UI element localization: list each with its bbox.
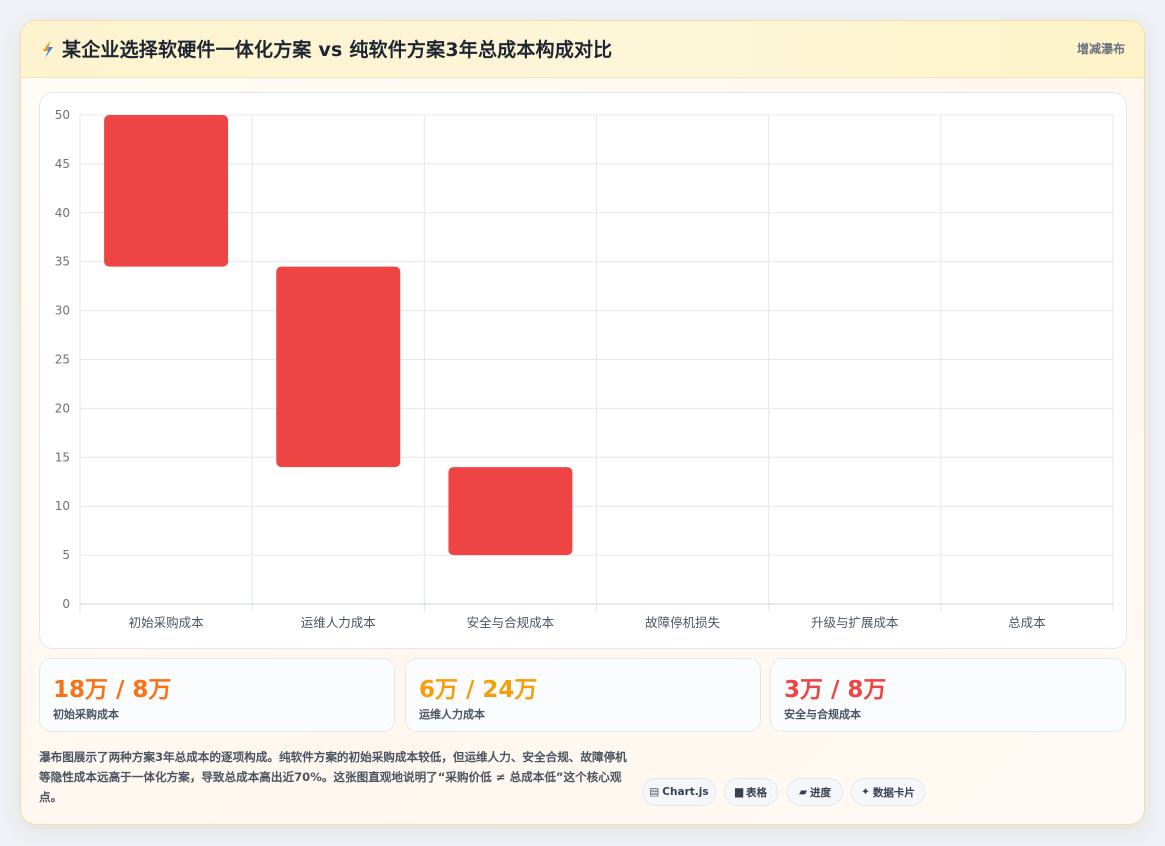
- sparkle-icon: ✦: [861, 786, 870, 798]
- chart-type-tag: 增减瀑布: [1076, 42, 1125, 56]
- y-tick-label: 20: [55, 401, 70, 415]
- y-tick-label: 40: [55, 206, 70, 220]
- x-tick-label: 升级与扩展成本: [811, 615, 899, 630]
- page-title: 某企业选择软硬件一体化方案 vs 纯软件方案3年总成本构成对比: [62, 39, 613, 61]
- stat-card-initial: 18万 / 8万 初始采购成本: [39, 658, 395, 732]
- waterfall-chart: 0 5 10 15 20 25 30 35 40 45 50 初始采购成本 运维人力成本 安全与合规成本 故…: [55, 108, 1114, 630]
- progress-icon: ▰: [798, 786, 808, 798]
- stat-label: 安全与合规成本: [784, 708, 861, 721]
- chart-card: 某企业选择软硬件一体化方案 vs 纯软件方案3年总成本构成对比 增减瀑布 0 5 1…: [20, 20, 1145, 825]
- table-icon: ▆: [734, 786, 744, 798]
- x-tick-label: 初始采购成本: [129, 615, 205, 630]
- card-header: 某企业选择软硬件一体化方案 vs 纯软件方案3年总成本构成对比 增减瀑布: [21, 21, 1144, 78]
- y-tick-label: 0: [62, 597, 70, 611]
- x-tick-label: 运维人力成本: [301, 615, 377, 630]
- waterfall-bar: [276, 266, 401, 468]
- stat-value: 6万 / 24万: [419, 677, 538, 703]
- stat-card-ops: 6万 / 24万 运维人力成本: [405, 658, 761, 732]
- clipboard-icon: ▤: [649, 786, 660, 798]
- pill-label: Chart.js: [662, 786, 709, 798]
- chart-description: 瀑布图展示了两种方案3年总成本的逐项构成。纯软件方案的初始采购成本较低，但运维人…: [39, 750, 627, 804]
- y-tick-label: 35: [55, 255, 70, 269]
- pill-label: 表格: [746, 786, 768, 799]
- chart-container: 0 5 10 15 20 25 30 35 40 45 50 初始采购成本 运维人力成本 安全与合规成本 故…: [39, 92, 1127, 649]
- y-tick-label: 45: [55, 157, 70, 171]
- pill-label: 进度: [810, 786, 832, 799]
- pill-progress[interactable]: ▰ 进度: [787, 778, 843, 806]
- pill-data-card[interactable]: ✦ 数据卡片: [851, 778, 925, 806]
- x-tick-label: 安全与合规成本: [467, 615, 555, 630]
- stat-label: 运维人力成本: [419, 708, 485, 721]
- y-tick-label: 15: [55, 450, 70, 464]
- waterfall-bar: [448, 467, 573, 556]
- waterfall-bar: [104, 115, 229, 267]
- stat-value: 18万 / 8万: [53, 677, 172, 703]
- y-tick-label: 5: [62, 548, 70, 562]
- stat-value: 3万 / 8万: [784, 677, 887, 703]
- pill-label: 数据卡片: [872, 786, 915, 799]
- y-tick-label: 10: [55, 499, 70, 513]
- y-tick-label: 50: [55, 108, 70, 122]
- x-tick-label: 故障停机损失: [645, 615, 721, 630]
- stat-card-security: 3万 / 8万 安全与合规成本: [770, 658, 1126, 732]
- lightning-icon: [43, 41, 53, 58]
- pill-table[interactable]: ▆ 表格: [724, 778, 778, 806]
- stat-label: 初始采购成本: [53, 708, 119, 721]
- y-tick-label: 25: [55, 353, 70, 367]
- y-tick-label: 30: [55, 304, 70, 318]
- pill-chartjs[interactable]: ▤ Chart.js: [642, 778, 716, 806]
- x-tick-label: 总成本: [1008, 615, 1046, 630]
